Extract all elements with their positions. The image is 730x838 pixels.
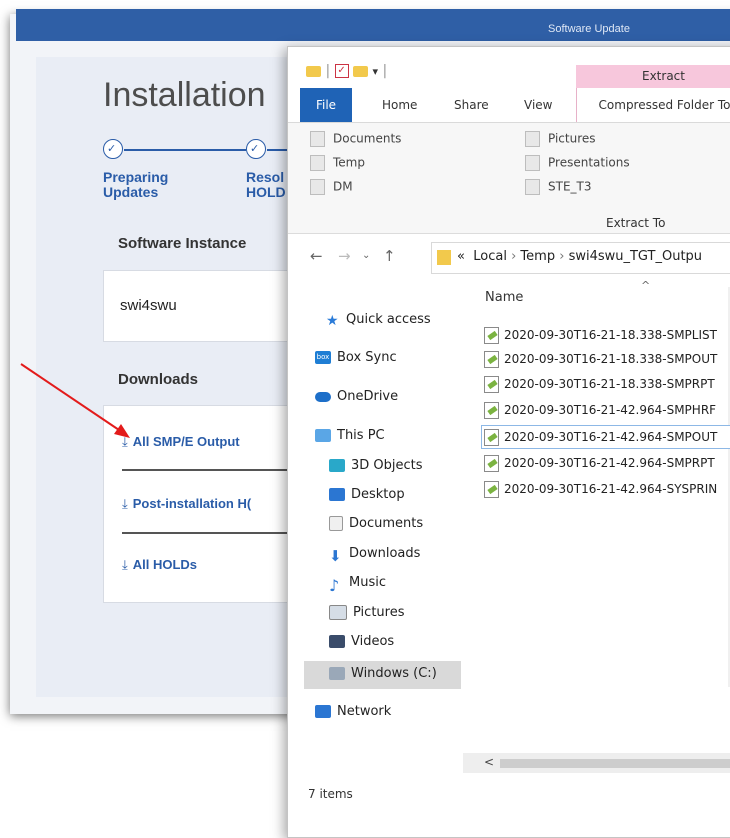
extract-destination-presentations[interactable]: Presentations — [525, 155, 630, 171]
documents-folder-icon — [310, 131, 325, 147]
extract-destination-documents[interactable]: Documents — [310, 131, 401, 147]
folder-icon — [437, 250, 451, 265]
text-file-icon — [484, 481, 499, 498]
tab-compressed-folder-tools[interactable]: Compressed Folder To — [576, 88, 730, 122]
divider — [122, 532, 312, 534]
nav-this-pc[interactable]: This PC — [315, 428, 385, 443]
step-2-complete-icon: ✓ — [246, 139, 266, 159]
app-header-title: Software Update — [548, 23, 630, 35]
download-arrow-icon: ⬇ — [329, 547, 342, 565]
folder-icon — [525, 155, 540, 171]
file-explorer-window: | ✓ ▾ | Extract File Home Share View Com… — [287, 46, 730, 838]
document-icon — [329, 516, 343, 531]
status-item-count: 7 items — [308, 787, 353, 801]
nav-documents[interactable]: Documents — [329, 516, 423, 531]
scrollbar-thumb[interactable] — [500, 759, 730, 768]
ribbon-panel: Documents Temp DM Pictures Presentations… — [288, 123, 730, 234]
cube-icon — [329, 459, 345, 472]
extract-destination-temp[interactable]: Temp — [310, 155, 365, 171]
column-header-name[interactable]: Name — [485, 290, 523, 305]
address-path: « Local › Temp › swi4swu_TGT_Outpu — [457, 249, 703, 264]
file-row[interactable]: 2020-09-30T16-21-18.338-SMPLIST — [484, 327, 717, 344]
up-arrow-icon[interactable]: ↑ — [383, 247, 396, 265]
nav-music[interactable]: ♪ Music — [329, 575, 386, 595]
download-link-label: All HOLDs — [132, 557, 198, 572]
breadcrumb-output-folder[interactable]: swi4swu_TGT_Outpu — [569, 249, 703, 264]
tab-file[interactable]: File — [300, 88, 352, 122]
properties-icon[interactable]: ✓ — [334, 64, 349, 78]
music-note-icon: ♪ — [329, 576, 340, 595]
ribbon-tabs: File Home Share View Compressed Folder T… — [288, 88, 730, 123]
tab-share[interactable]: Share — [454, 98, 489, 112]
computer-icon — [315, 429, 331, 442]
picture-icon — [329, 605, 347, 620]
scroll-left-icon[interactable]: < — [484, 755, 494, 769]
download-icon: ⤓ — [122, 557, 128, 572]
file-row[interactable]: 2020-09-30T16-21-42.964-SMPOUT — [484, 429, 717, 446]
quick-access-toolbar: | ✓ ▾ | — [306, 63, 387, 79]
extract-destination-dm[interactable]: DM — [310, 179, 353, 195]
download-link-label: All SMP/E Output — [132, 434, 240, 449]
extract-destination-ste-t3[interactable]: STE_T3 — [525, 179, 592, 195]
nav-quick-access[interactable]: ★ Quick access — [326, 312, 431, 329]
desktop-icon — [329, 488, 345, 501]
film-icon — [329, 635, 345, 648]
folder-icon — [525, 179, 540, 195]
customize-toolbar-icon[interactable]: ▾ — [373, 65, 379, 78]
text-file-icon — [484, 351, 499, 368]
forward-arrow-icon[interactable]: → — [338, 247, 351, 265]
download-link-label: Post-installation H( — [132, 496, 252, 511]
box-icon: box — [315, 351, 331, 364]
folder-icon[interactable] — [306, 65, 321, 77]
text-file-icon — [484, 376, 499, 393]
extract-destination-pictures[interactable]: Pictures — [525, 131, 596, 147]
annotation-arrow-icon — [20, 363, 130, 438]
folder-icon — [310, 179, 325, 195]
address-bar[interactable]: « Local › Temp › swi4swu_TGT_Outpu — [431, 242, 730, 274]
nav-videos[interactable]: Videos — [329, 634, 394, 649]
nav-network[interactable]: Network — [315, 704, 391, 719]
download-all-holds-link[interactable]: ⤓ All HOLDs — [122, 557, 197, 573]
text-file-icon — [484, 327, 499, 344]
sort-ascending-icon: ^ — [641, 279, 651, 292]
tab-view[interactable]: View — [524, 98, 552, 112]
breadcrumb-local[interactable]: Local — [473, 249, 507, 264]
nav-3d-objects[interactable]: 3D Objects — [329, 458, 423, 473]
recent-locations-chevron-down-icon[interactable]: ⌄ — [362, 250, 370, 261]
breadcrumb-temp[interactable]: Temp — [520, 249, 555, 264]
nav-box-sync[interactable]: box Box Sync — [315, 350, 397, 365]
network-icon — [315, 705, 331, 718]
cloud-icon — [315, 391, 331, 402]
download-post-installation-holds-link[interactable]: ⤓ Post-installation H( — [122, 496, 251, 512]
drive-icon — [329, 667, 345, 680]
folder-icon — [310, 155, 325, 171]
nav-onedrive[interactable]: OneDrive — [315, 389, 398, 404]
file-row[interactable]: 2020-09-30T16-21-42.964-SMPRPT — [484, 455, 715, 472]
step-2-label[interactable]: Resol HOLD — [246, 170, 286, 200]
extract-contextual-tab-header: Extract — [576, 65, 730, 88]
extract-to-group-label: Extract To — [606, 216, 666, 230]
step-connector — [124, 149, 246, 151]
back-arrow-icon[interactable]: ← — [310, 247, 323, 265]
download-icon: ⤓ — [122, 496, 128, 511]
text-file-icon — [484, 429, 499, 446]
text-file-icon — [484, 455, 499, 472]
file-row[interactable]: 2020-09-30T16-21-42.964-SMPHRF — [484, 402, 716, 419]
file-row[interactable]: 2020-09-30T16-21-18.338-SMPOUT — [484, 351, 717, 368]
text-file-icon — [484, 402, 499, 419]
nav-windows-c[interactable]: Windows (C:) — [329, 666, 437, 681]
nav-desktop[interactable]: Desktop — [329, 487, 405, 502]
pictures-folder-icon — [525, 131, 540, 147]
navigation-bar: ← → ⌄ ↑ « Local › Temp › swi4swu_TGT_Out… — [288, 235, 730, 281]
new-folder-icon[interactable] — [353, 65, 369, 77]
file-row[interactable]: 2020-09-30T16-21-18.338-SMPRPT — [484, 376, 715, 393]
divider — [122, 469, 312, 471]
tab-home[interactable]: Home — [382, 98, 417, 112]
file-row[interactable]: 2020-09-30T16-21-42.964-SYSPRIN — [484, 481, 717, 498]
nav-downloads[interactable]: ⬇ Downloads — [329, 546, 420, 565]
nav-pictures[interactable]: Pictures — [329, 605, 404, 620]
star-icon: ★ — [326, 313, 339, 329]
